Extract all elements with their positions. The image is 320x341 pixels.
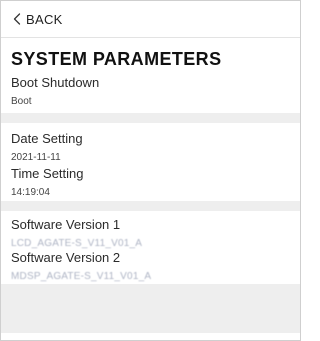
boot-shutdown-item[interactable]: Boot Shutdown Boot — [1, 71, 300, 113]
back-button[interactable]: BACK — [1, 1, 300, 38]
back-label: BACK — [26, 11, 63, 27]
time-setting-value: 14:19:04 — [11, 187, 50, 198]
chevron-left-icon — [11, 11, 23, 27]
boot-shutdown-value: Boot — [11, 96, 32, 107]
section-divider — [1, 113, 300, 123]
software-version-1-label: Software Version 1 — [11, 217, 121, 232]
datetime-section: Date Setting 2021-11-11 Time Setting 14:… — [1, 123, 300, 201]
software-section: Software Version 1 LCD_AGATE-S_V11_V01_A… — [1, 211, 300, 284]
software-version-2-item: Software Version 2 MDSP_AGATE-S_V11_V01_… — [1, 247, 300, 284]
date-setting-label: Date Setting — [11, 131, 83, 146]
software-version-1-value: LCD_AGATE-S_V11_V01_A — [11, 238, 143, 249]
software-version-2-label: Software Version 2 — [11, 250, 121, 265]
date-setting-item[interactable]: Date Setting 2021-11-11 — [1, 123, 300, 163]
time-setting-item[interactable]: Time Setting 14:19:04 — [1, 163, 300, 201]
settings-screen: BACK SYSTEM PARAMETERS Boot Shutdown Boo… — [0, 0, 301, 341]
section-divider — [1, 201, 300, 211]
bottom-filler — [1, 284, 300, 333]
software-version-1-item: Software Version 1 LCD_AGATE-S_V11_V01_A — [1, 211, 300, 249]
boot-section: Boot Shutdown Boot — [1, 71, 300, 113]
software-version-2-value: MDSP_AGATE-S_V11_V01_A — [11, 271, 152, 282]
time-setting-label: Time Setting — [11, 166, 84, 181]
page-title: SYSTEM PARAMETERS — [11, 49, 222, 69]
boot-shutdown-label: Boot Shutdown — [11, 75, 100, 90]
